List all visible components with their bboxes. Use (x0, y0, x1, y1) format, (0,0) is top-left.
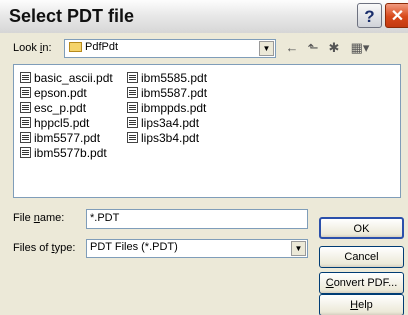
list-item[interactable]: ibmppds.pdt (127, 101, 206, 116)
select-pdt-dialog: Select PDT file ? ✕ Look in: PdfPdt ▼ ← … (0, 0, 408, 315)
look-in-label: Look in: (13, 42, 52, 54)
close-button[interactable]: ✕ (385, 3, 408, 28)
list-item[interactable]: esc_p.pdt (20, 101, 86, 116)
cancel-button[interactable]: Cancel (319, 246, 404, 268)
file-icon (127, 87, 138, 98)
file-icon (20, 117, 31, 128)
look-in-value: PdfPdt (85, 41, 119, 53)
file-icon (127, 72, 138, 83)
file-type-select[interactable]: PDT Files (*.PDT) ▼ (86, 239, 308, 258)
list-item[interactable]: lips3a4.pdt (127, 116, 199, 131)
file-icon (20, 87, 31, 98)
file-icon (20, 102, 31, 113)
file-icon (127, 132, 138, 143)
new-folder-icon[interactable]: ✱ (325, 39, 343, 57)
list-item[interactable]: ibm5587.pdt (127, 86, 207, 101)
list-item[interactable]: ibm5577.pdt (20, 131, 100, 146)
list-item[interactable]: ibm5585.pdt (127, 71, 207, 86)
view-menu-icon[interactable]: ▦▾ (347, 39, 373, 57)
list-item[interactable]: basic_ascii.pdt (20, 71, 113, 86)
up-folder-icon[interactable]: ⬑ (304, 39, 322, 57)
chevron-down-icon[interactable]: ▼ (259, 41, 274, 56)
convert-pdf-button[interactable]: Convert PDF... (319, 272, 404, 294)
file-name-label: File name: (13, 212, 65, 224)
list-item[interactable]: hppcl5.pdt (20, 116, 89, 131)
list-item[interactable]: epson.pdt (20, 86, 87, 101)
file-icon (20, 147, 31, 158)
list-item[interactable]: lips3b4.pdt (127, 131, 199, 146)
file-type-label: Files of type: (13, 242, 76, 254)
look-in-combo[interactable]: PdfPdt ▼ (64, 39, 276, 58)
file-name-input[interactable]: *.PDT (86, 209, 308, 229)
back-icon[interactable]: ← (283, 39, 301, 57)
file-list[interactable]: basic_ascii.pdt epson.pdt esc_p.pdt hppc… (13, 64, 401, 198)
help-title-button[interactable]: ? (357, 3, 382, 28)
file-icon (127, 102, 138, 113)
file-icon (20, 72, 31, 83)
file-type-value: PDT Files (*.PDT) (90, 241, 178, 253)
file-icon (20, 132, 31, 143)
ok-button[interactable]: OK (319, 217, 404, 239)
help-button[interactable]: Help (319, 294, 404, 315)
list-item[interactable]: ibm5577b.pdt (20, 146, 107, 161)
folder-icon (69, 42, 82, 52)
dialog-title: Select PDT file (9, 6, 135, 26)
title-bar: Select PDT file ? ✕ (0, 0, 408, 33)
chevron-down-icon[interactable]: ▼ (291, 241, 306, 256)
file-icon (127, 117, 138, 128)
